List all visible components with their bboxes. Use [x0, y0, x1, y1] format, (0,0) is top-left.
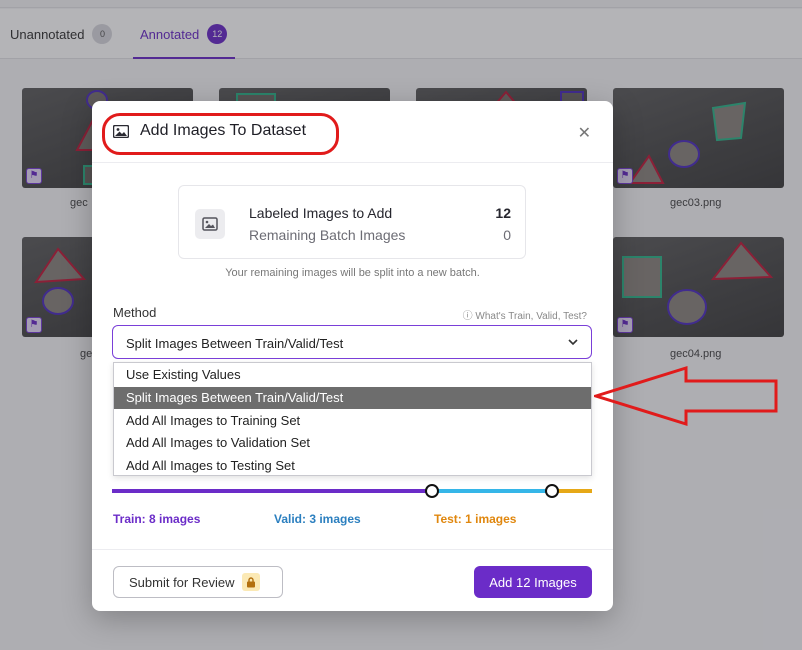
- method-select[interactable]: Split Images Between Train/Valid/Test: [112, 325, 592, 359]
- remaining-images-row: Remaining Batch Images 0: [249, 227, 511, 243]
- train-segment: [112, 489, 432, 493]
- split-slider: [112, 483, 592, 499]
- lock-icon: [242, 573, 261, 591]
- red-arrow-annotation: [594, 365, 778, 427]
- dialog-title: Add Images To Dataset: [140, 122, 307, 139]
- dialog-footer: Submit for Review Add 12 Images: [92, 549, 613, 611]
- labeled-images-label: Labeled Images to Add: [249, 205, 393, 221]
- image-summary-card: Labeled Images to Add 12 Remaining Batch…: [178, 185, 526, 259]
- help-link-label: What's Train, Valid, Test?: [475, 311, 587, 322]
- help-circle-icon: ⓘ: [462, 311, 473, 322]
- add-images-dialog: Add Images To Dataset ✕ Labeled Images t…: [92, 101, 613, 611]
- method-label: Method: [113, 305, 157, 320]
- labeled-images-count: 12: [495, 205, 511, 221]
- train-count-label: Train: 8 images: [113, 512, 201, 526]
- image-icon: [195, 209, 225, 239]
- method-dropdown: Use Existing Values Split Images Between…: [113, 362, 592, 476]
- add-images-button[interactable]: Add 12 Images: [474, 566, 592, 598]
- method-option[interactable]: Use Existing Values: [114, 364, 591, 386]
- chevron-down-icon: [568, 339, 578, 346]
- method-option[interactable]: Add All Images to Validation Set: [114, 432, 591, 454]
- submit-for-review-label: Submit for Review: [129, 574, 235, 590]
- valid-segment: [432, 489, 552, 493]
- method-option[interactable]: Add All Images to Testing Set: [114, 455, 591, 477]
- batch-note: Your remaining images will be split into…: [225, 267, 480, 279]
- remaining-images-label: Remaining Batch Images: [249, 227, 406, 243]
- modal-backdrop-top: [0, 0, 802, 60]
- method-option-selected[interactable]: Split Images Between Train/Valid/Test: [114, 387, 591, 409]
- remaining-images-count: 0: [503, 227, 511, 243]
- dialog-header: Add Images To Dataset ✕: [92, 101, 613, 163]
- test-count-label: Test: 1 images: [434, 512, 517, 526]
- method-option[interactable]: Add All Images to Training Set: [114, 410, 591, 432]
- valid-count-label: Valid: 3 images: [274, 512, 361, 526]
- labeled-images-row: Labeled Images to Add 12: [249, 205, 511, 221]
- close-icon[interactable]: ✕: [578, 123, 591, 143]
- valid-test-handle[interactable]: [545, 484, 559, 498]
- help-link[interactable]: ⓘ What's Train, Valid, Test?: [463, 307, 587, 322]
- image-icon: [113, 125, 129, 138]
- submit-for-review-button[interactable]: Submit for Review: [113, 566, 283, 598]
- train-valid-handle[interactable]: [425, 484, 439, 498]
- method-select-value: Split Images Between Train/Valid/Test: [126, 336, 344, 351]
